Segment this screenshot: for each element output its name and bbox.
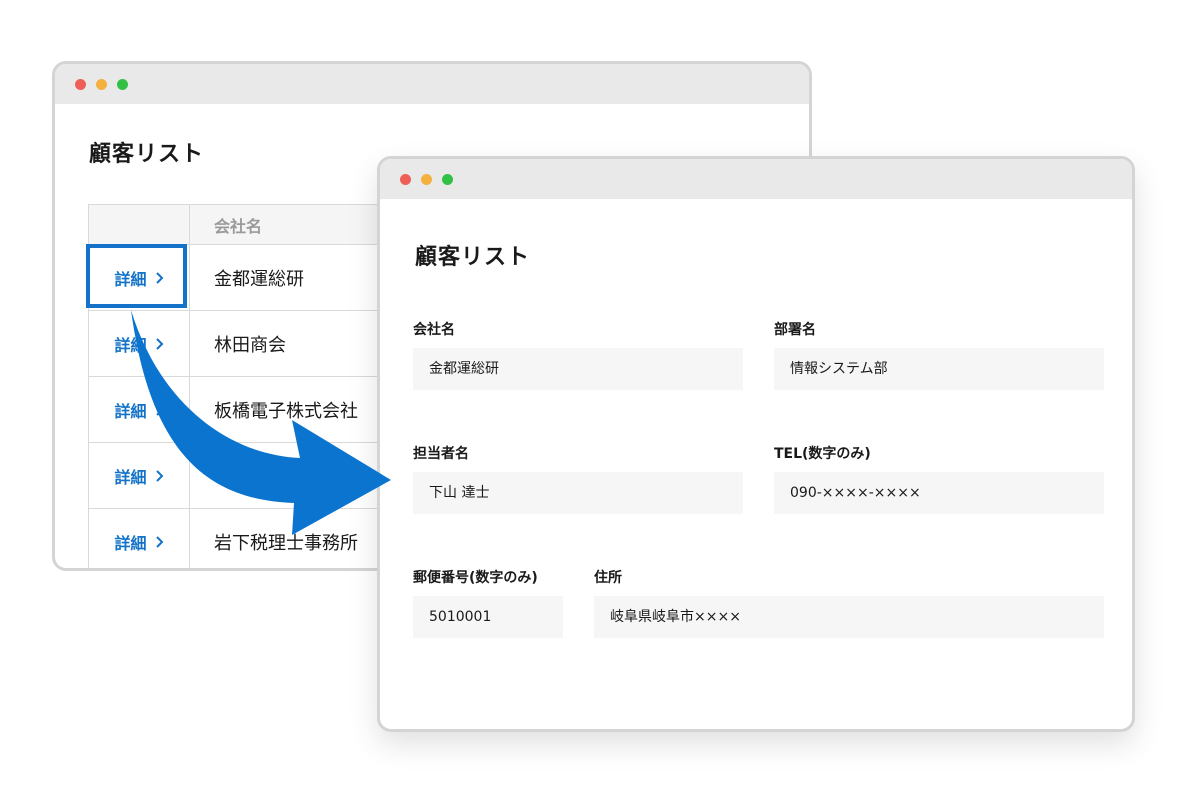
- detail-link[interactable]: 詳細: [114, 332, 163, 356]
- tel-field[interactable]: 090-××××-××××: [774, 472, 1104, 514]
- department-field[interactable]: 情報システム部: [774, 348, 1104, 390]
- company-field-label: 会社名: [413, 322, 455, 338]
- page-title: 顧客リスト: [89, 142, 205, 167]
- detail-link[interactable]: 詳細: [114, 464, 163, 488]
- detail-link-label: 詳細: [114, 533, 147, 553]
- page-title: 顧客リスト: [415, 245, 531, 270]
- maximize-window-button[interactable]: [117, 79, 128, 90]
- detail-cell: 詳細: [88, 442, 190, 509]
- minimize-window-button[interactable]: [96, 79, 107, 90]
- chevron-right-icon: [155, 469, 163, 482]
- detail-link-label: 詳細: [114, 335, 147, 355]
- detail-link[interactable]: 詳細: [114, 530, 163, 554]
- detail-cell: 詳細: [88, 376, 190, 443]
- close-window-button[interactable]: [400, 174, 411, 185]
- close-window-button[interactable]: [75, 79, 86, 90]
- address-field[interactable]: 岐阜県岐阜市××××: [594, 596, 1104, 638]
- detail-cell: 詳細: [88, 310, 190, 377]
- maximize-window-button[interactable]: [442, 174, 453, 185]
- customer-detail-window: 顧客リスト 会社名 金都運総研 部署名 情報システム部 担当者名 下山 達士 T…: [377, 156, 1135, 732]
- minimize-window-button[interactable]: [421, 174, 432, 185]
- contact-field-label: 担当者名: [413, 446, 469, 462]
- detail-cell: 詳細: [88, 244, 190, 311]
- table-header-detail: [88, 204, 190, 245]
- chevron-right-icon: [155, 535, 163, 548]
- chevron-right-icon: [155, 271, 163, 284]
- detail-link[interactable]: 詳細: [114, 266, 163, 290]
- postal-field[interactable]: 5010001: [413, 596, 563, 638]
- detail-cell: 詳細: [88, 508, 190, 568]
- tel-field-label: TEL(数字のみ): [774, 446, 871, 462]
- detail-link-label: 詳細: [114, 467, 147, 487]
- chevron-right-icon: [155, 403, 163, 416]
- postal-field-label: 郵便番号(数字のみ): [413, 570, 538, 586]
- department-field-label: 部署名: [774, 322, 816, 338]
- window-titlebar: [55, 64, 809, 104]
- address-field-label: 住所: [594, 570, 622, 586]
- window-titlebar: [380, 159, 1132, 199]
- detail-link-label: 詳細: [114, 269, 147, 289]
- detail-link-label: 詳細: [114, 401, 147, 421]
- chevron-right-icon: [155, 337, 163, 350]
- contact-field[interactable]: 下山 達士: [413, 472, 743, 514]
- company-field[interactable]: 金都運総研: [413, 348, 743, 390]
- detail-link[interactable]: 詳細: [114, 398, 163, 422]
